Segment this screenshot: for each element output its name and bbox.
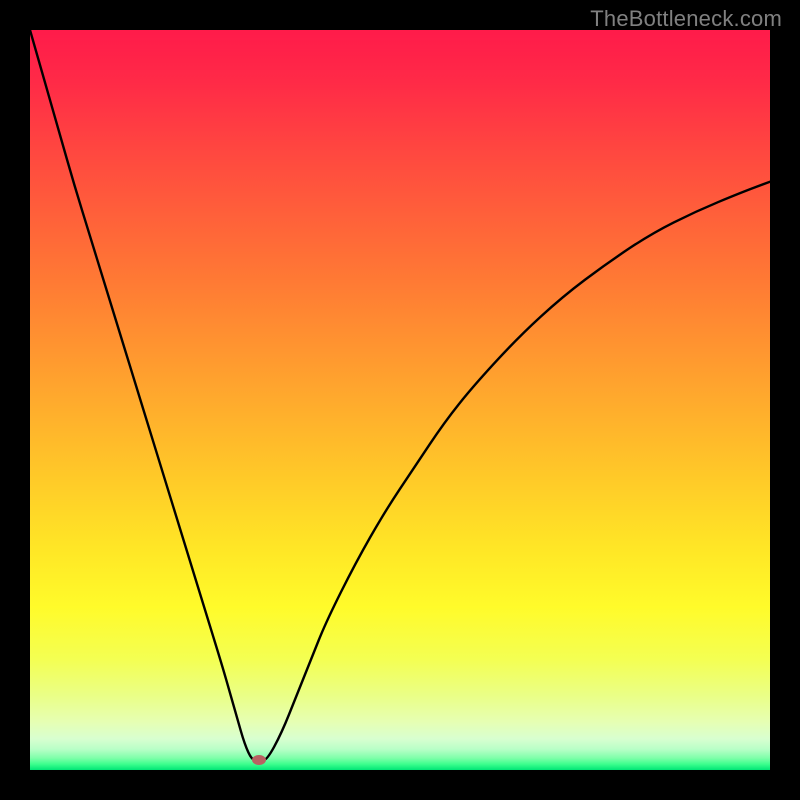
optimal-point-marker	[252, 755, 266, 765]
bottleneck-curve	[30, 30, 770, 770]
chart-frame: TheBottleneck.com	[0, 0, 800, 800]
watermark-label: TheBottleneck.com	[590, 6, 782, 32]
plot-area	[30, 30, 770, 770]
